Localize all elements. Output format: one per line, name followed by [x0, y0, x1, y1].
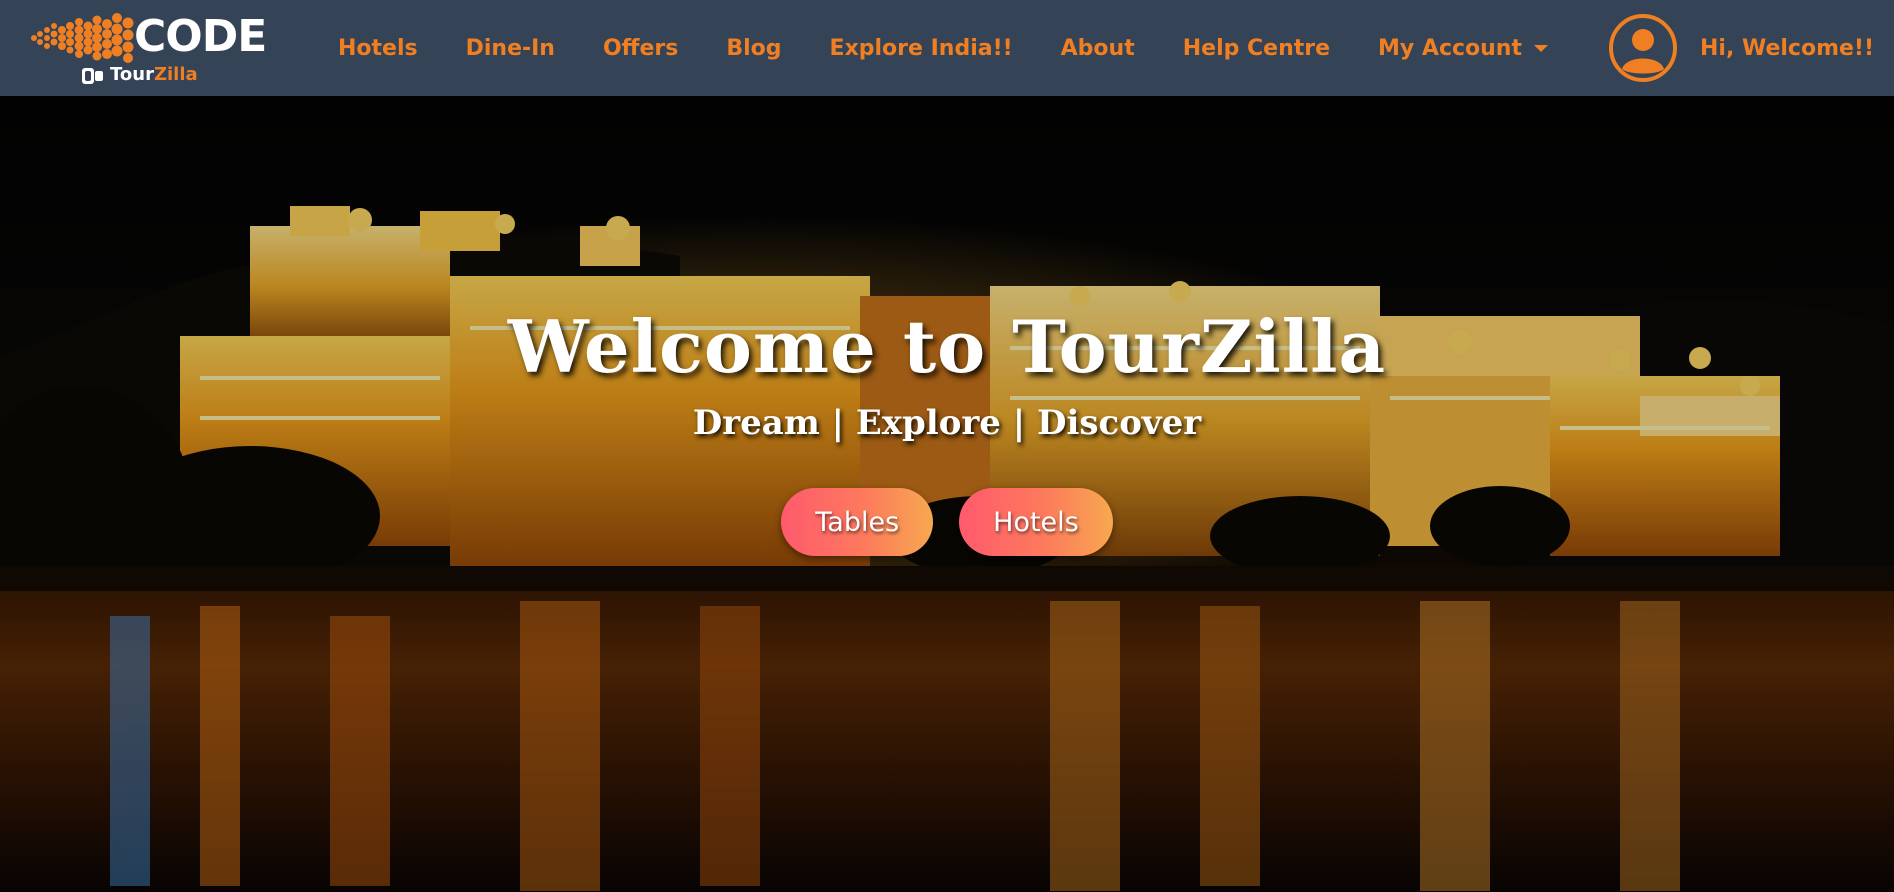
logo-subbrand: Tour Zilla [80, 63, 198, 87]
nav-hotels[interactable]: Hotels [314, 36, 442, 61]
logo-sub-tour: Tour [110, 64, 154, 85]
nav-my-account-dropdown[interactable]: My Account [1354, 36, 1572, 61]
nav-explore-india[interactable]: Explore India!! [806, 36, 1037, 61]
caret-down-icon [1534, 44, 1548, 52]
nav-dine-in[interactable]: Dine-In [442, 36, 579, 61]
hero-title: Welcome to TourZilla [507, 304, 1387, 389]
hero-button-group: Tables Hotels [0, 488, 1894, 556]
welcome-greeting: Hi, Welcome!! [1700, 35, 1874, 61]
user-circle-icon[interactable] [1608, 13, 1678, 83]
top-navbar: CODE Tour Zilla Hotels Dine-In Offers Blo… [0, 0, 1894, 96]
tables-button[interactable]: Tables [781, 488, 934, 556]
nav-about[interactable]: About [1037, 36, 1159, 61]
nav-blog[interactable]: Blog [702, 36, 805, 61]
nav-offers[interactable]: Offers [579, 36, 702, 61]
my-account-label: My Account [1378, 35, 1522, 61]
logo-sub-zilla: Zilla [153, 64, 198, 85]
logo-wordmark: CODE [134, 11, 267, 62]
brand-logo[interactable]: CODE Tour Zilla [28, 10, 267, 88]
camera-icon [82, 68, 103, 84]
user-area: Hi, Welcome!! [1608, 0, 1874, 96]
nav-help-centre[interactable]: Help Centre [1159, 36, 1354, 61]
logo-dots-icon [31, 13, 134, 63]
hero-subtitle: Dream | Explore | Discover [692, 403, 1202, 443]
main-nav: Hotels Dine-In Offers Blog Explore India… [314, 0, 1572, 96]
hero-section: Welcome to TourZilla Dream | Explore | D… [0, 96, 1894, 892]
hotels-button[interactable]: Hotels [959, 488, 1113, 556]
